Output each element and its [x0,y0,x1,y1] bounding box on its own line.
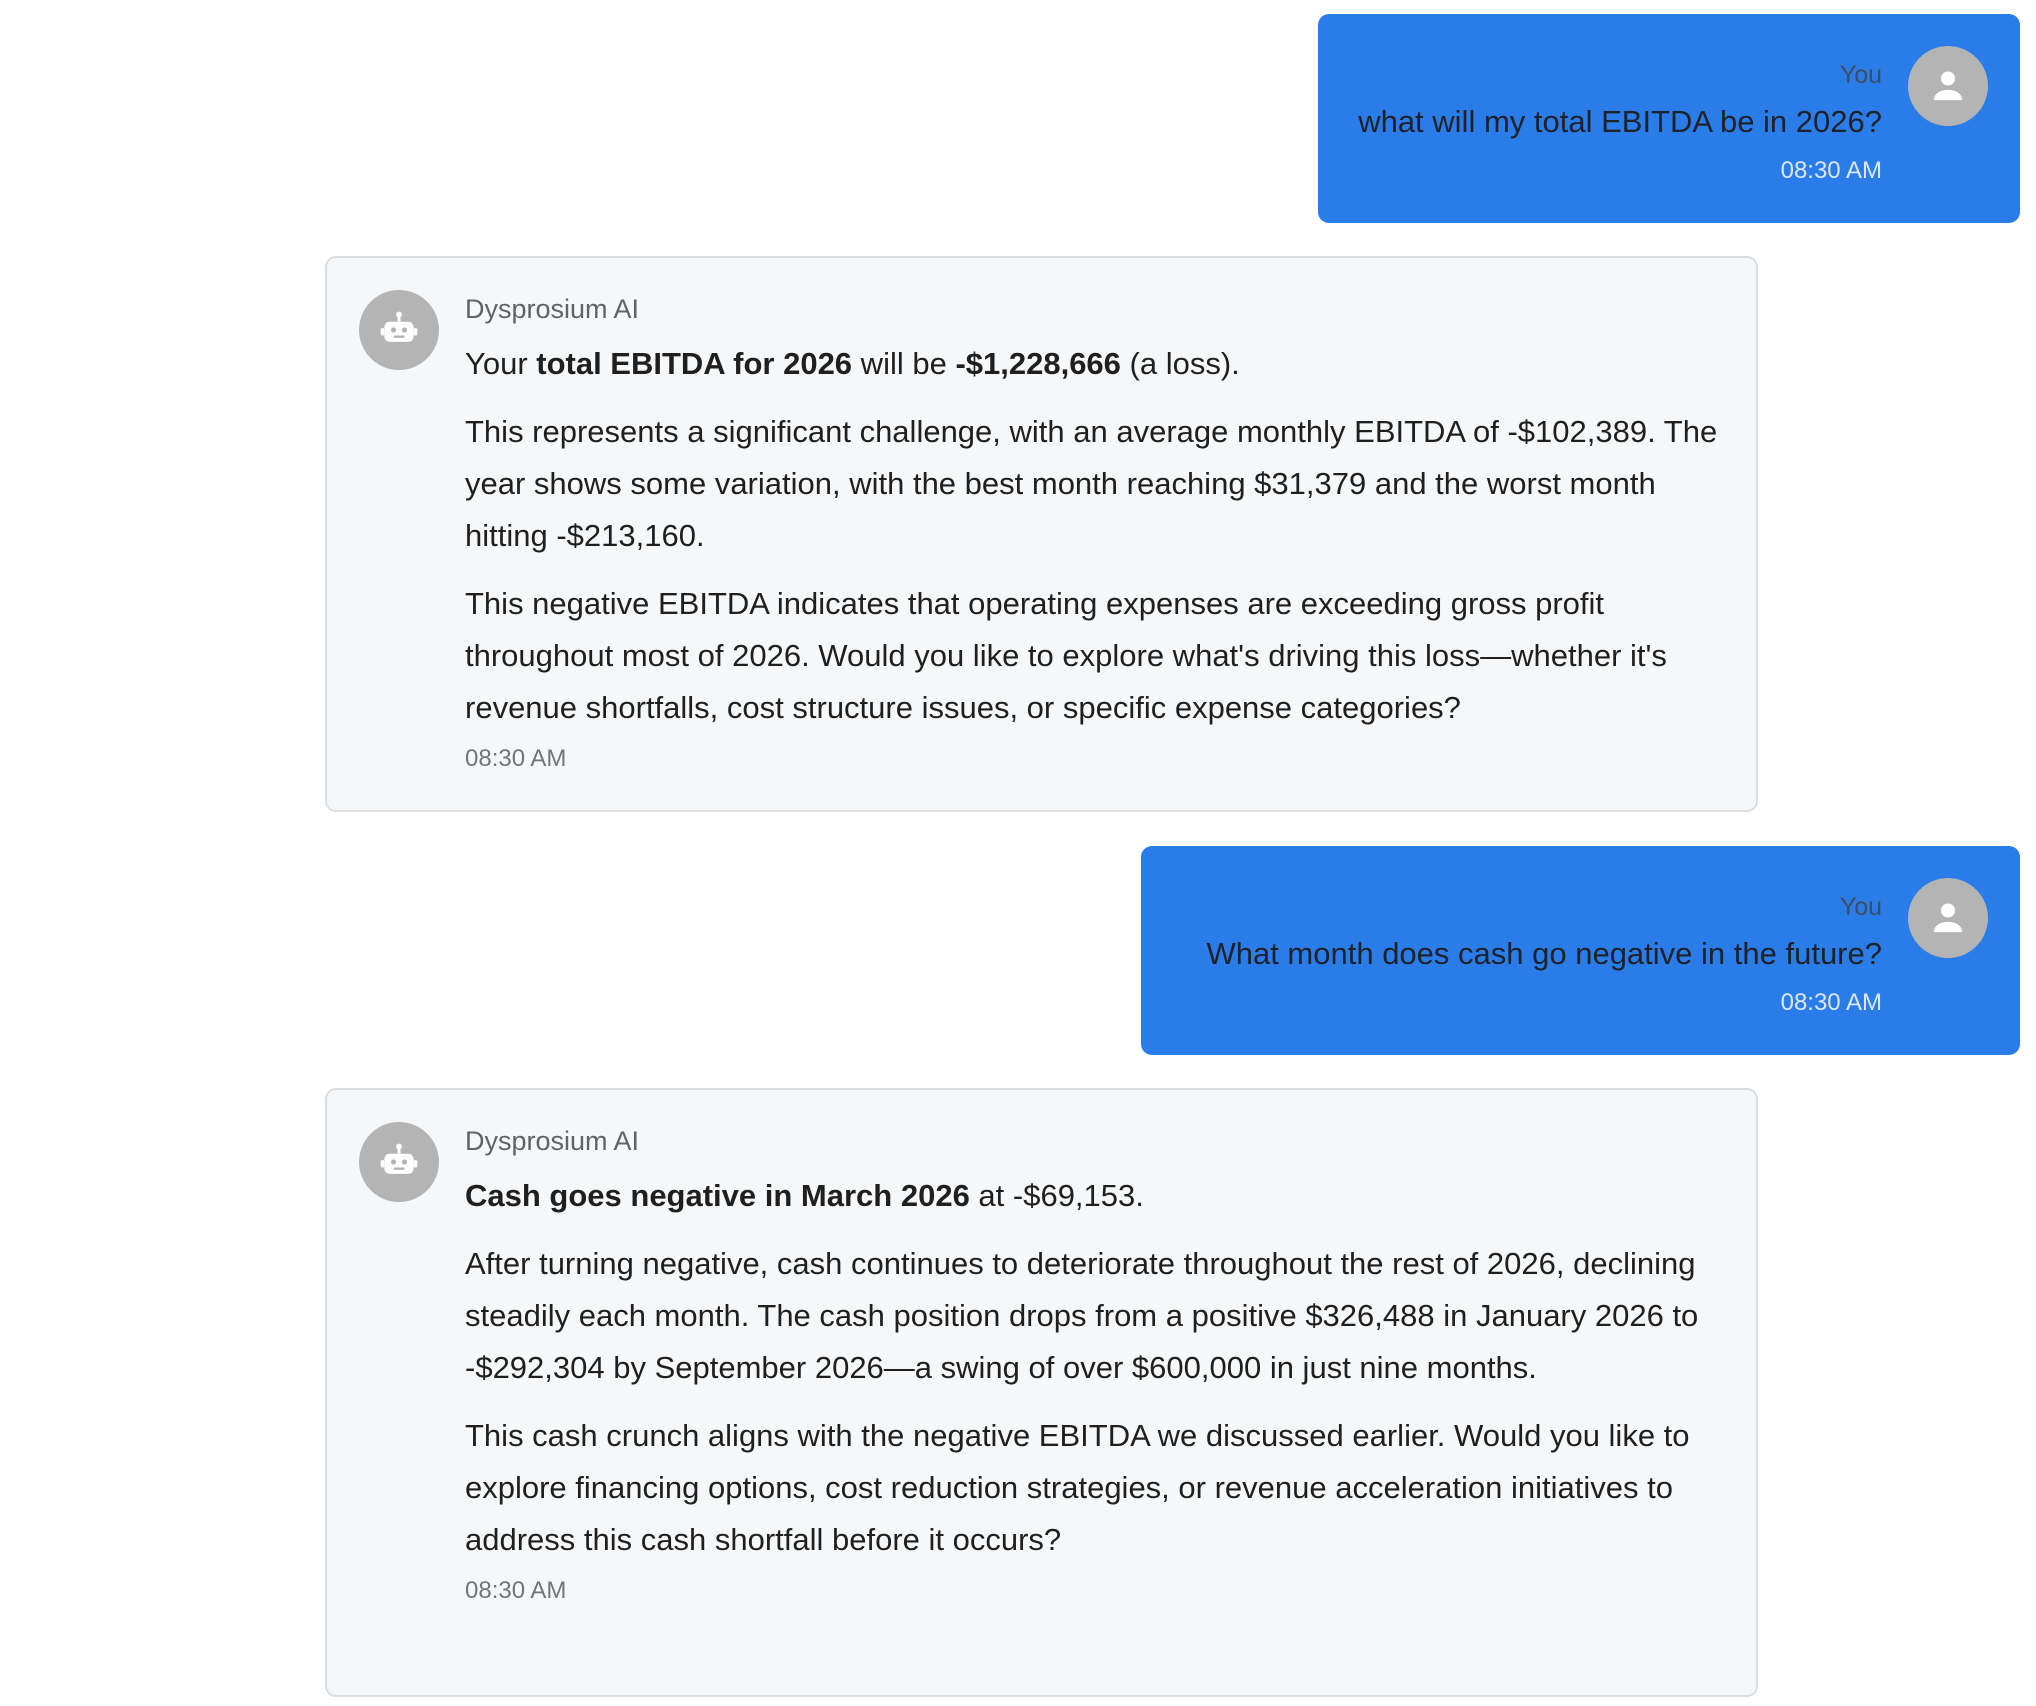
message-sender: You [1839,61,1882,89]
user-message: You What month does cash go negative in … [1141,846,2020,1055]
message-timestamp: 08:30 AM [465,745,567,772]
assistant-message: Dysprosium AI Your total EBITDA for 2026… [325,256,1758,812]
lead-text: at -$69,153. [969,1178,1144,1213]
message-timestamp: 08:30 AM [1780,157,1882,184]
lead-bold-text: total EBITDA for 2026 [536,346,853,381]
message-timestamp: 08:30 AM [1780,989,1882,1016]
person-icon [1933,903,1963,933]
assistant-message: Dysprosium AI Cash goes negative in Marc… [325,1088,1758,1697]
message-paragraph: This cash crunch aligns with the negativ… [465,1418,1690,1557]
assistant-avatar [359,1122,439,1202]
lead-text: (a loss). [1120,346,1240,381]
lead-bold-value: -$1,228,666 [955,346,1121,381]
message-lead: Cash goes negative in March 2026 at -$69… [465,1170,1726,1222]
message-timestamp: 08:30 AM [465,1577,567,1604]
assistant-avatar [359,290,439,370]
message-text: What month does cash go negative in the … [1206,936,1882,971]
lead-bold-text: Cash goes negative in March 2026 [465,1178,970,1213]
user-avatar [1908,46,1988,126]
user-message: You what will my total EBITDA be in 2026… [1318,14,2020,223]
robot-icon [380,311,418,342]
lead-text: will be [852,346,956,381]
message-paragraph: After turning negative, cash continues t… [465,1246,1699,1385]
lead-text: Your [465,346,537,381]
message-sender: Dysprosium AI [465,294,640,324]
message-text: what will my total EBITDA be in 2026? [1358,104,1882,139]
message-paragraph: This represents a significant challenge,… [465,414,1718,553]
message-lead: Your total EBITDA for 2026 will be -$1,2… [465,338,1726,390]
message-sender: Dysprosium AI [465,1126,640,1156]
message-sender: You [1839,893,1882,921]
robot-icon [380,1143,418,1174]
user-avatar [1908,878,1988,958]
message-paragraph: This negative EBITDA indicates that oper… [465,586,1667,725]
person-icon [1933,71,1963,101]
